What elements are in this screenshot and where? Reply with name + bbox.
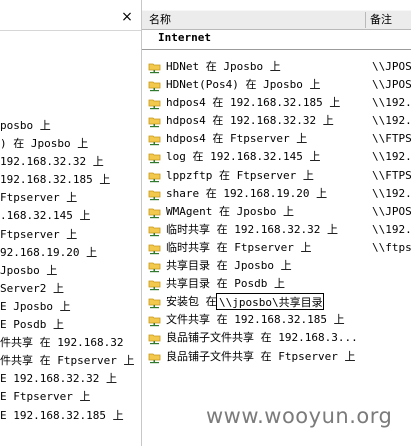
- share-name: HDNet(Pos4) 在 Jposbo 上: [166, 78, 321, 92]
- column-header-note[interactable]: 备注: [370, 12, 410, 28]
- left-list-item[interactable]: 192.168.32.32 上: [0, 153, 141, 171]
- left-pane: × posbo 上) 在 Jposbo 上 192.168.32.32 上 192.…: [0, 0, 142, 446]
- share-note: \\192.1: [372, 114, 411, 128]
- left-list-item[interactable]: Ftpserver 上: [0, 226, 141, 244]
- left-list-item[interactable]: E 192.168.32.32 上: [0, 370, 141, 388]
- left-list-item[interactable]: ) 在 Jposbo 上: [0, 135, 141, 153]
- network-folder-icon: [148, 99, 161, 110]
- share-name: 良品铺子文件共享 在 192.168.3...: [166, 331, 358, 345]
- share-name: 共享目录 在 Jposbo 上: [166, 259, 292, 273]
- share-name: 良品铺子文件共享 在 Ftpserver 上: [166, 349, 356, 363]
- left-list-item[interactable]: 件共享 在 192.168.32: [0, 334, 141, 352]
- network-folder-icon: [148, 63, 161, 74]
- share-note: \\192.1: [372, 222, 411, 236]
- left-list-item[interactable]: 192.168.32.185 上: [0, 171, 141, 189]
- share-row[interactable]: HDNet 在 Jposbo 上 \\JPOSB: [142, 58, 411, 76]
- network-folder-icon: [148, 154, 161, 164]
- share-row[interactable]: lppzftp 在 Ftpserver 上 \\FTPSE: [142, 167, 411, 185]
- share-name: share 在 192.168.19.20 上: [166, 186, 328, 200]
- left-pane-header: ×: [0, 0, 141, 31]
- share-note: \\ftpse: [372, 240, 411, 254]
- network-folder-icon: [148, 262, 161, 273]
- left-list-item[interactable]: Jposbo 上: [0, 262, 141, 280]
- group-divider: [142, 49, 411, 50]
- share-name: hdpos4 在 192.168.32.185 上: [166, 96, 341, 110]
- left-list-item[interactable]: posbo 上: [0, 117, 141, 135]
- network-folder-icon: [148, 316, 161, 327]
- left-list-item[interactable]: 件共享 在 Ftpserver 上: [0, 352, 141, 370]
- share-list: HDNet 在 Jposbo 上\\JPOSBHDNet(Pos4) 在 Jpo…: [142, 58, 411, 366]
- network-folder-icon: [148, 208, 161, 218]
- share-note: \\192.1: [372, 150, 411, 164]
- share-name: 临时共享 在 Ftpserver 上: [166, 240, 312, 254]
- network-folder-icon: [148, 244, 161, 255]
- watermark: www.wooyun.org: [206, 404, 393, 428]
- share-name: 文件共享 在 192.168.32.185 上: [166, 313, 345, 327]
- network-folder-icon: [148, 226, 161, 237]
- network-folder-icon: [148, 172, 161, 182]
- share-row[interactable]: 共享目录 在 Jposbo 上: [142, 257, 411, 275]
- share-note: \\JPOSB: [372, 60, 411, 73]
- share-row[interactable]: 良品铺子文件共享 在 192.168.3...: [142, 329, 411, 347]
- share-row[interactable]: 共享目录 在 Posdb 上: [142, 275, 411, 293]
- share-row[interactable]: hdpos4 在 Ftpserver 上 \\FTPSE: [142, 130, 411, 148]
- share-row[interactable]: WMAgent 在 Jposbo 上 \\JPOSB: [142, 203, 411, 221]
- share-note: \\JPOSB: [372, 204, 411, 218]
- left-list-item[interactable]: 92.168.19.20 上: [0, 244, 141, 262]
- left-list-item[interactable]: .168.32.145 上: [0, 207, 141, 225]
- share-name: 安装包 在: [166, 295, 217, 309]
- left-pane-list: posbo 上) 在 Jposbo 上 192.168.32.32 上 192.16…: [0, 117, 141, 425]
- tooltip: \\jposbo\共享目录: [216, 293, 324, 310]
- share-name: hdpos4 在 192.168.32.32 上: [166, 114, 334, 128]
- share-note: \\FTPSE: [372, 132, 411, 146]
- share-name: WMAgent 在 Jposbo 上: [166, 204, 294, 218]
- network-folder-icon: [148, 135, 161, 146]
- share-row[interactable]: 良品铺子文件共享 在 Ftpserver 上: [142, 348, 411, 366]
- share-row[interactable]: log 在 192.168.32.145 上 \\192.1: [142, 148, 411, 166]
- left-list-item[interactable]: E Ftpserver 上: [0, 388, 141, 406]
- share-note: \\192.1: [372, 186, 411, 200]
- network-folder-icon: [148, 190, 161, 200]
- left-list-item[interactable]: E Posdb 上: [0, 316, 141, 334]
- left-list-item[interactable]: Server2 上: [0, 280, 141, 298]
- share-name: lppzftp 在 Ftpserver 上: [166, 168, 314, 182]
- left-list-item[interactable]: E 192.168.32.185 上: [0, 407, 141, 425]
- share-name: 共享目录 在 Posdb 上: [166, 277, 285, 291]
- share-note: \\FTPSE: [372, 168, 411, 182]
- column-header-name[interactable]: 名称: [149, 12, 366, 28]
- network-folder-icon: [148, 117, 161, 128]
- group-header: Internet: [158, 31, 211, 44]
- share-name: HDNet 在 Jposbo 上: [166, 60, 281, 73]
- share-row[interactable]: hdpos4 在 192.168.32.185 上 \\192.1: [142, 94, 411, 112]
- left-list-item[interactable]: E Jposbo 上: [0, 298, 141, 316]
- network-folder-icon: [148, 280, 161, 291]
- network-folder-icon: [148, 335, 161, 345]
- file-list-pane: 名称 备注 Internet HDNet 在 Jposbo 上\\JPOSBHD…: [142, 0, 411, 446]
- share-name: log 在 192.168.32.145 上: [166, 150, 321, 164]
- share-row[interactable]: share 在 192.168.19.20 上 \\192.1: [142, 185, 411, 203]
- share-row[interactable]: 临时共享 在 Ftpserver 上 \\ftpse: [142, 239, 411, 257]
- share-row[interactable]: HDNet(Pos4) 在 Jposbo 上 \\JPOSB: [142, 76, 411, 94]
- share-row[interactable]: 文件共享 在 192.168.32.185 上: [142, 311, 411, 329]
- network-folder-icon: [148, 298, 161, 309]
- close-icon[interactable]: ×: [120, 10, 134, 24]
- share-row[interactable]: 临时共享 在 192.168.32.32 上 \\192.1: [142, 221, 411, 239]
- column-header: 名称 备注: [142, 10, 411, 30]
- left-list-item[interactable]: Ftpserver 上: [0, 189, 141, 207]
- share-name: 临时共享 在 192.168.32.32 上: [166, 222, 338, 236]
- share-row[interactable]: hdpos4 在 192.168.32.32 上 \\192.1: [142, 112, 411, 130]
- network-folder-icon: [148, 81, 161, 92]
- share-name: hdpos4 在 Ftpserver 上: [166, 132, 308, 146]
- share-note: \\JPOSB: [372, 78, 411, 92]
- share-note: \\192.1: [372, 96, 411, 110]
- network-folder-icon: [148, 353, 161, 363]
